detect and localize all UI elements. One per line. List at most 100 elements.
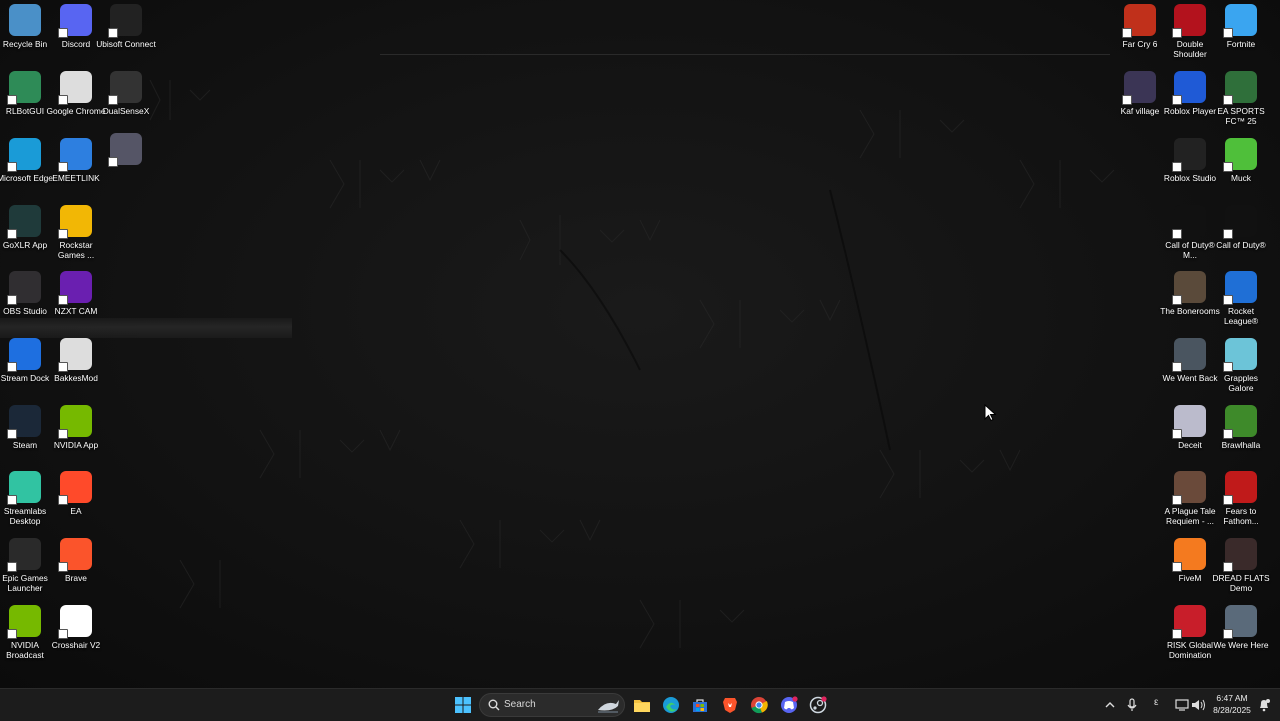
desktop-shortcut-stream-dock[interactable]: Stream Dock	[0, 334, 50, 400]
plague-tale-icon	[1172, 471, 1206, 505]
desktop-shortcut-cod-mw[interactable]: Call of Duty® M...	[1165, 201, 1215, 267]
start-button[interactable]	[451, 693, 475, 717]
taskbar-discord[interactable]	[777, 693, 801, 717]
desktop-shortcut-dread-flats[interactable]: DREAD FLATS Demo	[1212, 534, 1270, 600]
file-explorer-icon	[634, 700, 650, 712]
desktop-shortcut-nzxt[interactable]: NZXT CAM	[51, 267, 101, 333]
desktop-shortcut-grapples-galore[interactable]: Grapples Galore	[1216, 334, 1266, 400]
desktop-shortcut-bakkesmod[interactable]: BakkesMod	[51, 334, 101, 400]
desktop-shortcut-unnamed-app[interactable]	[101, 129, 151, 195]
shortcut-arrow-icon	[7, 162, 17, 172]
taskbar-clock[interactable]: 6:47 AM 8/28/2025	[1208, 692, 1256, 716]
tray-volume[interactable]	[1186, 693, 1210, 717]
shortcut-arrow-icon	[108, 28, 118, 38]
desktop-shortcut-double-shoulder[interactable]: Double Shoulder	[1165, 0, 1215, 66]
taskbar-edge[interactable]	[659, 693, 683, 717]
keyboard-language-indicator[interactable]: ε	[1154, 697, 1158, 708]
rockstar-icon	[58, 205, 92, 239]
desktop-shortcut-rockstar[interactable]: Rockstar Games ...	[51, 201, 101, 267]
desktop-shortcut-streamlabs[interactable]: Streamlabs Desktop	[0, 467, 50, 533]
desktop-shortcut-steam[interactable]: Steam	[0, 401, 50, 467]
shortcut-arrow-icon	[1223, 162, 1233, 172]
desktop-shortcut-nvidia[interactable]: NVIDIA App	[51, 401, 101, 467]
shortcut-arrow-icon	[58, 95, 68, 105]
desktop-shortcut-deceit[interactable]: Deceit	[1165, 401, 1215, 467]
desktop-shortcut-brave[interactable]: Brave	[51, 534, 101, 600]
tray-overflow-button[interactable]	[1098, 693, 1122, 717]
desktop-shortcut-cod[interactable]: Call of Duty®	[1216, 201, 1266, 267]
desktop-shortcut-ea[interactable]: EA	[51, 467, 101, 533]
desktop-shortcut-fears-to-fathom[interactable]: Fears to Fathom...	[1216, 467, 1266, 533]
shortcut-arrow-icon	[1223, 295, 1233, 305]
shortcut-arrow-icon	[1122, 28, 1132, 38]
shortcut-arrow-icon	[1172, 362, 1182, 372]
desktop-shortcut-obs[interactable]: OBS Studio	[0, 267, 50, 333]
desktop-shortcut-fortnite[interactable]: Fortnite	[1216, 0, 1266, 66]
desktop-shortcut-chrome[interactable]: Google Chrome	[46, 67, 106, 133]
desktop-shortcut-label: EA	[70, 506, 82, 516]
muck-icon	[1223, 138, 1257, 172]
desktop-shortcut-roblox-studio[interactable]: Roblox Studio	[1164, 134, 1216, 200]
shortcut-arrow-icon	[1172, 229, 1182, 239]
nzxt-icon	[58, 271, 92, 305]
steam-icon	[809, 696, 827, 714]
edge-icon	[7, 138, 41, 172]
taskbar-file-explorer[interactable]	[630, 693, 654, 717]
desktop-shortcut-label: Rockstar Games ...	[57, 240, 95, 260]
shortcut-arrow-icon	[1223, 229, 1233, 239]
desktop-shortcut-brawlhalla[interactable]: Brawlhalla	[1216, 401, 1266, 467]
steam-icon	[7, 405, 41, 439]
desktop-shortcut-epic-games[interactable]: Epic Games Launcher	[0, 534, 50, 600]
shortcut-arrow-icon	[1172, 295, 1182, 305]
desktop-shortcut-roblox[interactable]: Roblox Player	[1164, 67, 1216, 133]
fivem-icon	[1172, 538, 1206, 572]
shortcut-arrow-icon	[1223, 562, 1233, 572]
desktop-shortcut-ubisoft[interactable]: Ubisoft Connect	[96, 0, 156, 66]
desktop-shortcut-label: EMEETLINK	[52, 173, 100, 183]
desktop-shortcut-recycle-bin[interactable]: Recycle Bin	[0, 0, 50, 66]
shortcut-arrow-icon	[58, 295, 68, 305]
brave-icon	[723, 698, 737, 713]
taskbar-microsoft-store[interactable]	[688, 693, 712, 717]
desktop-shortcut-bonerooms[interactable]: The Bonerooms	[1160, 267, 1220, 333]
desktop-shortcut-label: NVIDIA App	[53, 440, 99, 450]
desktop-shortcut-discord[interactable]: Discord	[51, 0, 101, 66]
notifications-button[interactable]	[1252, 693, 1276, 717]
desktop-shortcut-we-were-here[interactable]: We Were Here	[1213, 601, 1269, 667]
desktop-shortcut-rocket-league[interactable]: Rocket League®	[1216, 267, 1266, 333]
desktop-shortcut-plague-tale[interactable]: A Plague Tale Requiem - ...	[1164, 467, 1216, 533]
desktop-shortcut-rlbot[interactable]: RLBotGUI	[0, 67, 50, 133]
search-highlight-bird-icon	[598, 700, 619, 713]
chevron-up-icon	[1105, 702, 1115, 708]
desktop-shortcut-label: Fortnite	[1226, 39, 1256, 49]
taskbar-chrome[interactable]	[747, 693, 771, 717]
desktop-shortcut-muck[interactable]: Muck	[1216, 134, 1266, 200]
desktop-shortcut-far-cry[interactable]: Far Cry 6	[1115, 0, 1165, 66]
desktop-shortcut-goxlr[interactable]: GoXLR App	[0, 201, 50, 267]
desktop-shortcut-ea-fc[interactable]: EA SPORTS FC™ 25	[1216, 67, 1266, 133]
desktop-shortcut-emeetlink[interactable]: EMEETLINK	[51, 134, 101, 200]
emeetlink-icon	[58, 138, 92, 172]
unnamed-app-icon	[108, 133, 142, 167]
taskbar-brave[interactable]	[718, 693, 742, 717]
we-were-here-icon	[1223, 605, 1257, 639]
kaf-village-icon	[1122, 71, 1156, 105]
desktop-shortcut-crosshair[interactable]: Crosshair V2	[51, 601, 101, 667]
desktop-shortcut-edge[interactable]: Microsoft Edge	[0, 134, 53, 200]
shortcut-arrow-icon	[1172, 562, 1182, 572]
taskbar-search-box[interactable]: Search	[479, 693, 625, 717]
shortcut-arrow-icon	[108, 157, 118, 167]
taskbar-steam[interactable]	[806, 693, 830, 717]
edge-icon	[663, 697, 679, 713]
cod-icon	[1223, 205, 1257, 239]
desktop-shortcut-risk[interactable]: RISK Global Domination	[1165, 601, 1215, 667]
desktop-shortcut-dualsensex[interactable]: DualSenseX	[101, 67, 151, 133]
desktop-shortcut-fivem[interactable]: FiveM	[1165, 534, 1215, 600]
desktop-shortcut-we-went-back[interactable]: We Went Back	[1162, 334, 1218, 400]
desktop-shortcut-nvidia-broadcast[interactable]: NVIDIA Broadcast	[0, 601, 50, 667]
rocket-league-icon	[1223, 271, 1257, 305]
tray-microphone[interactable]	[1120, 693, 1144, 717]
shortcut-arrow-icon	[1223, 95, 1233, 105]
desktop-shortcut-kaf-village[interactable]: Kaf village	[1115, 67, 1165, 133]
shortcut-arrow-icon	[1122, 95, 1132, 105]
